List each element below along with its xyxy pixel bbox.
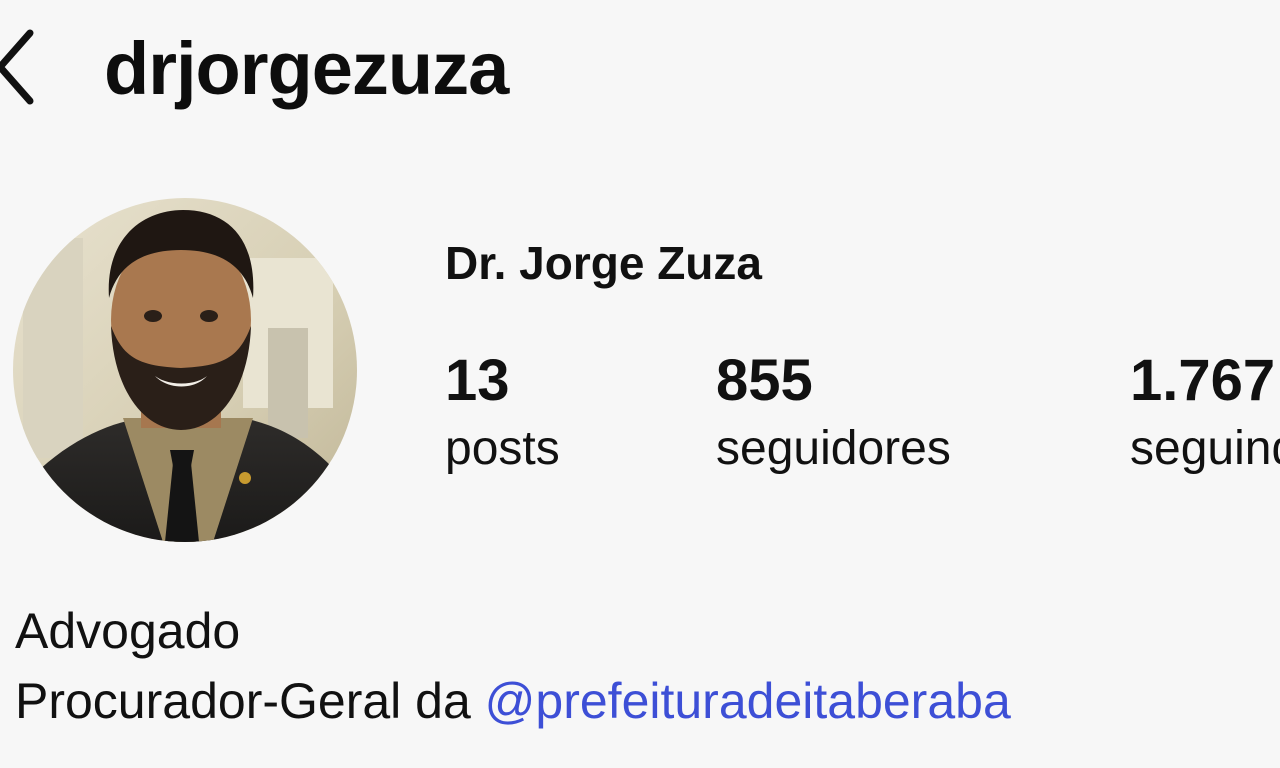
bio-line-2-text: Procurador-Geral da [15,673,485,729]
stat-posts[interactable]: 13 posts [445,348,560,478]
back-button[interactable] [0,28,38,110]
following-label: seguindo [1130,422,1280,475]
bio: Advogado Procurador-Geral da @prefeitura… [15,596,1275,736]
chevron-left-icon [0,27,36,112]
display-name: Dr. Jorge Zuza [445,237,762,289]
posts-label: posts [445,422,560,475]
stat-following[interactable]: 1.767 seguindo [1130,348,1280,478]
followers-count: 855 [716,348,813,413]
username-title: drjorgezuza [104,27,509,110]
following-count: 1.767 [1130,348,1276,413]
followers-label: seguidores [716,422,951,475]
mention-link[interactable]: @prefeituradeitaberaba [485,673,1011,729]
profile-header: drjorgezuza [0,0,1280,150]
posts-count: 13 [445,348,510,413]
bio-line-1: Advogado [15,603,241,659]
stat-followers[interactable]: 855 seguidores [716,348,951,478]
avatar[interactable] [13,198,357,542]
bio-line-2: Procurador-Geral da @prefeituradeitabera… [15,666,1275,736]
